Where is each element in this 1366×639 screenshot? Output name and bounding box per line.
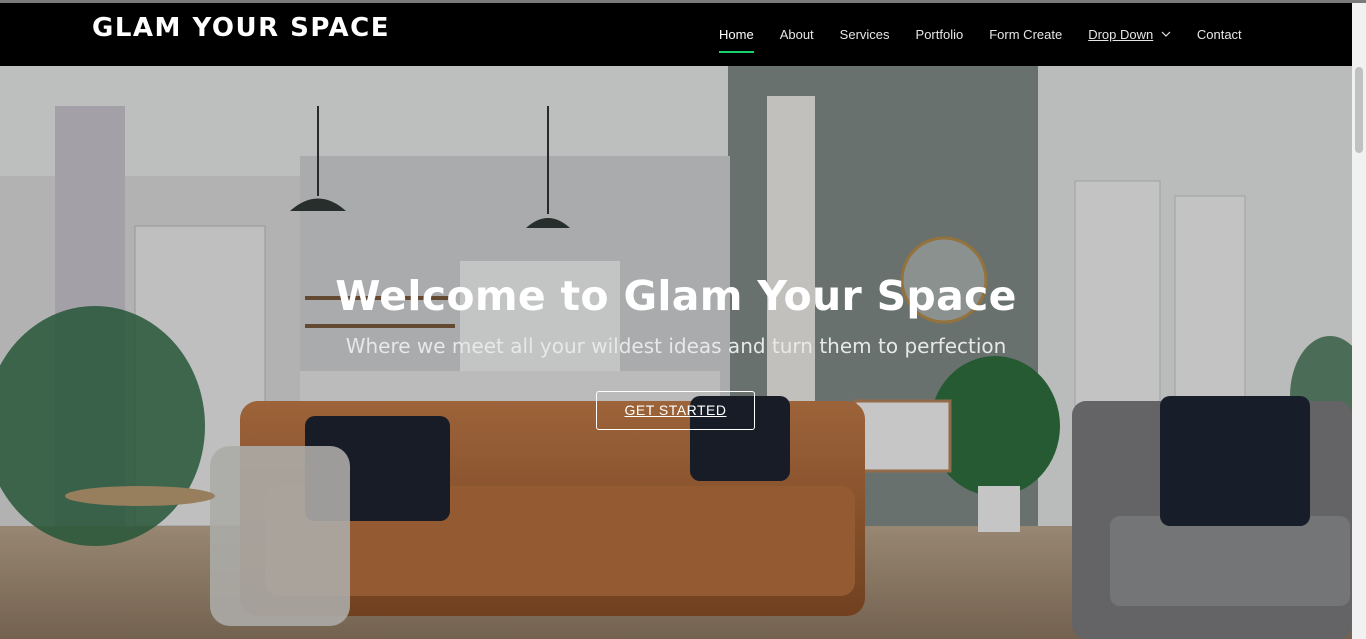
nav-services[interactable]: Services — [827, 3, 903, 66]
scrollbar-thumb[interactable] — [1355, 67, 1363, 153]
site-logo[interactable]: GLAM YOUR SPACE — [92, 13, 390, 43]
hero-title: Welcome to Glam Your Space — [335, 272, 1017, 320]
chevron-down-icon — [1161, 31, 1171, 37]
page-scrollbar[interactable] — [1352, 3, 1366, 639]
nav-drop-down[interactable]: Drop Down — [1075, 3, 1184, 66]
nav-portfolio[interactable]: Portfolio — [903, 3, 977, 66]
nav-contact[interactable]: Contact — [1184, 3, 1255, 66]
nav-form-create[interactable]: Form Create — [976, 3, 1075, 66]
hero-content: Welcome to Glam Your Space Where we meet… — [0, 66, 1352, 639]
hero-section: Welcome to Glam Your Space Where we meet… — [0, 66, 1352, 639]
nav-about[interactable]: About — [767, 3, 827, 66]
main-nav: Home About Services Portfolio Form Creat… — [706, 3, 1255, 66]
hero-subtitle: Where we meet all your wildest ideas and… — [345, 334, 1007, 358]
get-started-button[interactable]: GET STARTED — [596, 391, 755, 430]
site-header: GLAM YOUR SPACE Home About Services Port… — [0, 3, 1366, 66]
nav-home[interactable]: Home — [706, 3, 767, 66]
nav-drop-down-label: Drop Down — [1088, 27, 1154, 42]
